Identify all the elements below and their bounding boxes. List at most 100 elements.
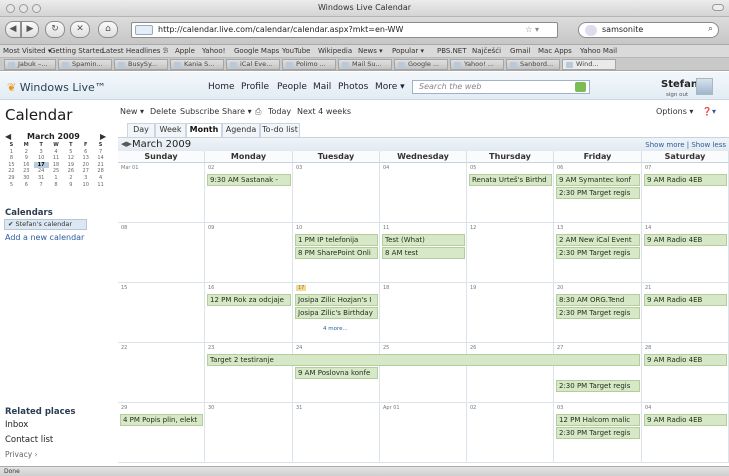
- today-button[interactable]: Today: [268, 107, 291, 116]
- tab-agenda[interactable]: Agenda: [222, 123, 260, 137]
- mini-day[interactable]: 4: [93, 175, 108, 182]
- mini-day[interactable]: 23: [19, 168, 34, 175]
- nav-more[interactable]: More ▾: [375, 82, 405, 92]
- show-more-less-links[interactable]: Show more | Show less: [645, 141, 726, 149]
- day-cell[interactable]: 16: [205, 283, 293, 343]
- mini-day[interactable]: 10: [78, 182, 93, 189]
- calendar-event[interactable]: 2:30 PM Target regis: [556, 427, 640, 439]
- address-bar[interactable]: http://calendar.live.com/calendar/calend…: [131, 22, 558, 38]
- day-cell[interactable]: 05: [467, 163, 554, 223]
- mini-day[interactable]: 22: [4, 168, 19, 175]
- share-button[interactable]: Share ▾: [222, 107, 252, 116]
- calendar-event[interactable]: 12 PM Rok za odcjaje: [207, 294, 291, 306]
- tab-todo[interactable]: To-do list: [260, 123, 300, 137]
- day-cell[interactable]: 15: [118, 283, 205, 343]
- avatar[interactable]: [696, 78, 713, 95]
- calendar-event[interactable]: 2:30 PM Target regis: [556, 307, 640, 319]
- day-cell[interactable]: 25: [380, 343, 467, 403]
- mini-day[interactable]: 1: [4, 149, 19, 156]
- windows-live-logo[interactable]: ❦ Windows Live™: [7, 81, 106, 94]
- nav-photos[interactable]: Photos: [338, 82, 368, 92]
- bookmark-item[interactable]: Mac Apps: [538, 47, 572, 55]
- search-icon[interactable]: ⌕: [708, 24, 713, 34]
- mini-day[interactable]: 2: [19, 149, 34, 156]
- calendar-event[interactable]: 2 AM New iCal Event: [556, 234, 640, 246]
- mini-day[interactable]: 14: [93, 155, 108, 162]
- next-weeks-button[interactable]: Next 4 weeks: [297, 107, 351, 116]
- search-go-icon[interactable]: [575, 82, 586, 92]
- tab-month[interactable]: Month: [186, 123, 222, 137]
- day-cell[interactable]: 18: [380, 283, 467, 343]
- forward-icon[interactable]: ▶: [21, 21, 39, 38]
- bookmark-item[interactable]: Yahoo Mail: [580, 47, 617, 55]
- mini-day[interactable]: 29: [4, 175, 19, 182]
- contact-list-link[interactable]: Contact list: [5, 435, 53, 445]
- browser-search-box[interactable]: samsonite ⌕: [578, 22, 719, 38]
- bookmark-item[interactable]: Latest Headlines ℬ: [102, 47, 168, 55]
- search-engine-icon[interactable]: [585, 25, 597, 36]
- mini-day[interactable]: 21: [93, 162, 108, 169]
- browser-tab[interactable]: iCal Eve...: [226, 59, 280, 70]
- calendar-event[interactable]: 12 PM Halcom malic: [556, 414, 640, 426]
- mini-day[interactable]: 6: [78, 149, 93, 156]
- bookmark-item[interactable]: Najčešći: [472, 47, 501, 55]
- mini-day[interactable]: 30: [19, 175, 34, 182]
- options-button[interactable]: Options ▾: [656, 107, 693, 116]
- web-search-input[interactable]: Search the web: [412, 80, 590, 94]
- mini-day[interactable]: 25: [49, 168, 64, 175]
- mini-day[interactable]: 8: [4, 155, 19, 162]
- mini-day[interactable]: 2: [63, 175, 78, 182]
- day-cell[interactable]: 27: [554, 343, 642, 403]
- calendar-event[interactable]: 8 AM test: [382, 247, 465, 259]
- calendar-event[interactable]: 2:30 PM Target regis: [556, 380, 640, 392]
- calendar-item-stefan[interactable]: ✔ Stefan's calendar: [4, 219, 87, 230]
- bookmark-item[interactable]: Wikipedia: [318, 47, 352, 55]
- day-cell[interactable]: 02: [205, 163, 293, 223]
- mini-day[interactable]: 5: [63, 149, 78, 156]
- mini-day-today[interactable]: 17: [33, 161, 49, 169]
- calendar-event[interactable]: 8 PM SharePoint Onli: [295, 247, 378, 259]
- mini-day[interactable]: 10: [34, 155, 49, 162]
- day-cell[interactable]: 29: [118, 403, 205, 463]
- day-cell[interactable]: 12: [467, 223, 554, 283]
- calendar-event[interactable]: Josipa Zilic Hozjan's I: [295, 294, 378, 306]
- day-cell[interactable]: 19: [467, 283, 554, 343]
- mini-day[interactable]: 26: [63, 168, 78, 175]
- nav-mail[interactable]: Mail: [313, 82, 331, 92]
- more-events-link[interactable]: 4 more...: [323, 326, 348, 332]
- mini-day[interactable]: 1: [49, 175, 64, 182]
- browser-tab[interactable]: Jabuk –...: [4, 59, 56, 70]
- browser-tab[interactable]: Polimo ...: [282, 59, 336, 70]
- mini-day[interactable]: 19: [63, 162, 78, 169]
- calendar-event[interactable]: 4 PM Popis plin, elekt: [120, 414, 203, 426]
- day-cell[interactable]: 04: [642, 403, 729, 463]
- browser-tab[interactable]: Google ...: [394, 59, 448, 70]
- day-cell[interactable]: 26: [467, 343, 554, 403]
- bookmark-item[interactable]: YouTube: [282, 47, 310, 55]
- stop-icon[interactable]: ✕: [70, 21, 90, 38]
- day-cell[interactable]: 30: [205, 403, 293, 463]
- mini-prev-month-icon[interactable]: ◀: [5, 132, 11, 141]
- browser-tab[interactable]: BusySy...: [114, 59, 168, 70]
- bookmark-item[interactable]: Google Maps: [234, 47, 279, 55]
- calendar-event[interactable]: 8:30 AM ORG.Tend: [556, 294, 640, 306]
- mini-day[interactable]: 16: [19, 162, 34, 169]
- browser-tab[interactable]: Mail Su...: [338, 59, 392, 70]
- help-icon[interactable]: ❓▾: [702, 107, 716, 116]
- site-identity-icon[interactable]: [135, 25, 153, 35]
- bookmark-item[interactable]: Popular ▾: [392, 47, 424, 55]
- new-button[interactable]: New ▾: [120, 107, 144, 116]
- day-cell[interactable]: 02: [467, 403, 554, 463]
- mini-next-month-icon[interactable]: ▶: [100, 132, 106, 141]
- delete-button[interactable]: Delete: [150, 107, 176, 116]
- bookmark-item[interactable]: Apple: [175, 47, 195, 55]
- calendar-event[interactable]: 9 AM Radio 4EB: [644, 174, 727, 186]
- mini-day[interactable]: 15: [4, 162, 19, 169]
- mini-day[interactable]: 9: [63, 182, 78, 189]
- day-cell[interactable]: 09: [205, 223, 293, 283]
- bookmark-star-icon[interactable]: ☆ ▾: [525, 25, 539, 34]
- mini-day[interactable]: 27: [78, 168, 93, 175]
- privacy-link[interactable]: Privacy ›: [5, 450, 38, 459]
- browser-tab[interactable]: Kania S...: [170, 59, 224, 70]
- toolbar-toggle-button[interactable]: [712, 4, 724, 11]
